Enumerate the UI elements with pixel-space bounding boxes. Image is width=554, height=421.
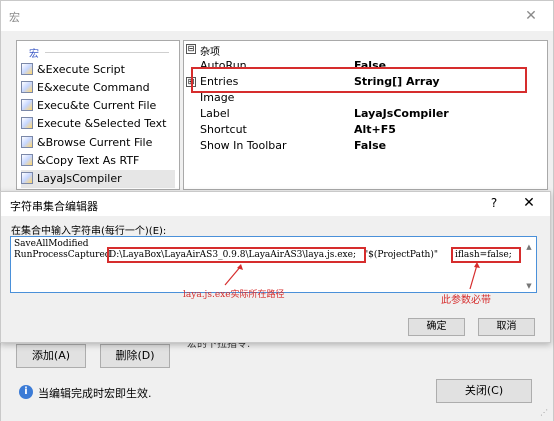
editor-line-command: RunProcessCaptured xyxy=(14,250,111,260)
list-item-execute-selected-text[interactable]: Execute &Selected Text xyxy=(21,115,175,133)
macro-titlebar: 宏 ✕ xyxy=(1,1,553,31)
annotation-flag-label: 此参数必带 xyxy=(441,295,491,306)
macro-icon xyxy=(21,117,33,129)
list-item-execute-script[interactable]: &Execute Script xyxy=(21,61,175,79)
grid-key: Label xyxy=(200,107,230,120)
list-group-header: 宏 xyxy=(21,45,171,60)
close-button[interactable]: 关闭(C) xyxy=(436,379,532,403)
list-item-label: &Copy Text As RTF xyxy=(37,154,140,167)
path-highlight-box xyxy=(107,247,366,263)
resize-grip-icon[interactable]: ⋰ xyxy=(540,408,550,418)
dialog-titlebar: 字符串集合编辑器 ? ✕ xyxy=(1,192,550,216)
grid-value[interactable]: False xyxy=(354,139,386,152)
annotation-path-label: laya.js.exe实际所在路径 xyxy=(183,290,285,300)
macro-icon xyxy=(21,172,33,184)
help-icon[interactable]: ? xyxy=(487,196,501,210)
grid-key: Show In Toolbar xyxy=(200,139,287,152)
entries-highlight-box xyxy=(191,67,527,93)
macro-icon xyxy=(21,136,33,148)
list-item-copy-text-as-rtf[interactable]: &Copy Text As RTF xyxy=(21,152,175,170)
cancel-button[interactable]: 取消 xyxy=(478,318,535,336)
editor-line-arg: "$(ProjectPath)" xyxy=(364,250,439,260)
macro-icon xyxy=(21,99,33,111)
collapse-icon[interactable]: ⊟ xyxy=(186,44,196,54)
dialog-close-icon[interactable]: ✕ xyxy=(521,195,537,211)
property-grid[interactable]: ⊟ 杂项 AutoRun False ⊞ Entries String[] Ar… xyxy=(183,40,548,190)
macro-list[interactable]: 宏 &Execute Script E&xecute Command Execu… xyxy=(16,40,180,190)
list-item-execute-command[interactable]: E&xecute Command xyxy=(21,79,175,97)
list-item-browse-current-file[interactable]: &Browse Current File xyxy=(21,134,175,152)
grid-row-show-in-toolbar[interactable]: Show In Toolbar False xyxy=(186,138,546,154)
editor-line: SaveAllModified xyxy=(14,239,89,249)
list-item-label: &Execute Script xyxy=(37,63,125,76)
grid-section-misc[interactable]: ⊟ 杂项 xyxy=(186,43,546,58)
ok-button[interactable]: 确定 xyxy=(408,318,465,336)
grid-row-shortcut[interactable]: Shortcut Alt+F5 xyxy=(186,122,546,138)
dialog-title: 字符串集合编辑器 xyxy=(10,200,98,213)
list-group-divider xyxy=(45,52,169,53)
list-item-label: Execute &Selected Text xyxy=(37,117,167,130)
list-group-label: 宏 xyxy=(29,49,39,60)
list-item-execute-current-file[interactable]: Execu&te Current File xyxy=(21,97,175,115)
dialog-instruction: 在集合中输入字符串(每行一个)(E): xyxy=(11,226,167,237)
grid-value[interactable]: LayaJsCompiler xyxy=(354,107,449,120)
grid-key: Shortcut xyxy=(200,123,247,136)
macro-icon xyxy=(21,154,33,166)
add-button[interactable]: 添加(A) xyxy=(16,344,86,368)
macro-icon xyxy=(21,81,33,93)
info-text: 当编辑完成时宏即生效. xyxy=(38,387,152,400)
macro-window-title: 宏 xyxy=(9,11,20,24)
grid-value[interactable]: Alt+F5 xyxy=(354,123,396,136)
list-item-label: Execu&te Current File xyxy=(37,99,157,112)
scroll-up-icon[interactable]: ▲ xyxy=(524,243,534,253)
macro-icon xyxy=(21,63,33,75)
list-item-label: &Browse Current File xyxy=(37,136,153,149)
delete-button[interactable]: 删除(D) xyxy=(100,344,170,368)
grid-row-label[interactable]: Label LayaJsCompiler xyxy=(186,106,546,122)
scroll-down-icon[interactable]: ▼ xyxy=(524,282,534,292)
list-item-layajscompiler[interactable]: LayaJsCompiler xyxy=(21,170,175,188)
flag-highlight-box xyxy=(451,247,521,263)
info-icon: i xyxy=(19,385,33,399)
list-item-label: E&xecute Command xyxy=(37,81,150,94)
strings-textarea[interactable]: SaveAllModified RunProcessCaptured D:\La… xyxy=(10,236,537,293)
grid-section-label: 杂项 xyxy=(200,47,220,58)
macro-close-icon[interactable]: ✕ xyxy=(522,7,540,25)
list-item-label: LayaJsCompiler xyxy=(37,172,122,185)
